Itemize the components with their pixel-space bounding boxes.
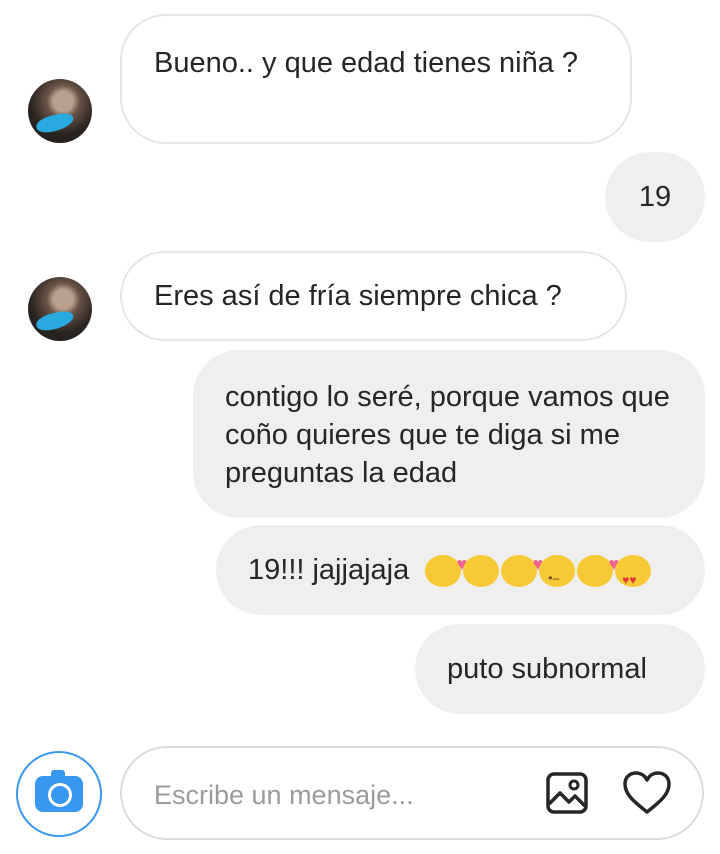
- kissing-heart-emoji-icon: [425, 545, 467, 588]
- grin-emoji-icon: [463, 555, 500, 588]
- received-message[interactable]: Eres así de fría siempre chica ?: [120, 251, 627, 341]
- sent-message[interactable]: contigo lo seré, porque vamos que coño q…: [193, 350, 705, 518]
- camera-button[interactable]: [16, 751, 102, 837]
- received-message[interactable]: Bueno.. y que edad tienes niña ?: [120, 14, 632, 144]
- message-text: contigo lo seré, porque vamos que coño q…: [225, 381, 670, 489]
- contact-avatar[interactable]: [28, 79, 92, 143]
- contact-avatar[interactable]: [28, 277, 92, 341]
- heart-eyes-emoji-icon: [615, 555, 652, 599]
- message-input[interactable]: [152, 774, 536, 816]
- sent-message[interactable]: 19: [605, 152, 705, 242]
- emoji-group: [425, 545, 652, 599]
- message-text: 19: [638, 181, 672, 213]
- kissing-heart-emoji-icon: [577, 545, 619, 588]
- heart-icon[interactable]: [622, 770, 672, 816]
- message-text: Bueno.. y que edad tienes niña ?: [154, 47, 579, 79]
- sent-message[interactable]: puto subnormal: [415, 624, 705, 714]
- wink-emoji-icon: [539, 555, 576, 597]
- sent-message[interactable]: 19!!! jajjajaja: [216, 525, 705, 615]
- kissing-heart-emoji-icon: [501, 545, 543, 588]
- message-composer: [120, 746, 704, 840]
- message-text: puto subnormal: [447, 653, 647, 685]
- message-text: 19!!! jajjajaja: [248, 554, 410, 586]
- message-text: Eres así de fría siempre chica ?: [154, 280, 562, 312]
- camera-icon: [35, 770, 83, 812]
- image-icon[interactable]: [545, 771, 589, 815]
